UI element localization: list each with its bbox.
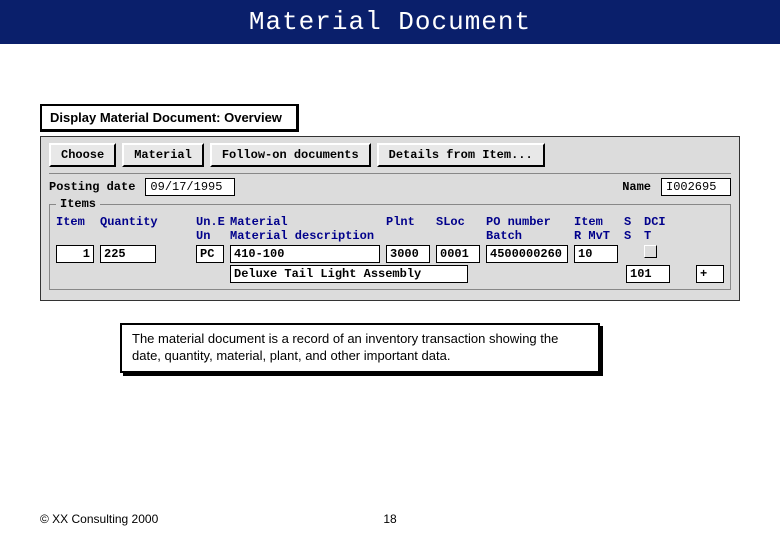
col-plnt: Plnt [386,215,430,229]
col-dci: DCI [644,215,672,229]
name-field[interactable]: I002695 [661,178,731,196]
slide-footer: © XX Consulting 2000 18 [40,512,740,526]
cell-dci-checkbox[interactable] [644,245,672,263]
cell-po[interactable]: 4500000260 [486,245,568,263]
choose-button[interactable]: Choose [49,143,116,167]
sap-window-title: Display Material Document: Overview [40,104,299,132]
col-item: Item [56,215,94,229]
col-mvt: MvT [588,229,610,243]
header-row: Posting date 09/17/1995 Name I002695 [49,173,731,196]
col-material: Material [230,215,380,229]
cell-mvt[interactable]: 101 [626,265,670,283]
copyright-text: © XX Consulting 2000 [40,512,158,526]
cell-item2[interactable]: 10 [574,245,618,263]
cell-plnt[interactable]: 3000 [386,245,430,263]
column-header-row-1: Item Quantity Un.E Material Plnt SLoc PO… [56,215,724,229]
callout-text: The material document is a record of an … [132,331,558,363]
col-matdesc: Material description [230,229,380,243]
cell-material-desc[interactable]: Deluxe Tail Light Assembly [230,265,468,283]
cell-qty[interactable]: 225 [100,245,156,263]
content-panel: Display Material Document: Overview Choo… [40,104,740,373]
col-s: S [624,215,638,229]
column-header-row-2: Un Material description Batch R MvT S T [56,229,724,243]
col-item2: Item [574,215,618,229]
cell-item[interactable]: 1 [56,245,94,263]
cell-dci-val[interactable]: + [696,265,724,283]
toolbar: Choose Material Follow-on documents Deta… [49,143,731,167]
posting-date-field[interactable]: 09/17/1995 [145,178,235,196]
cell-material[interactable]: 410-100 [230,245,380,263]
col-r: R [574,229,581,243]
posting-date-label: Posting date [49,180,135,194]
name-label: Name [622,180,651,194]
cell-sloc[interactable]: 0001 [436,245,480,263]
items-group: Items Item Quantity Un.E Material Plnt S… [49,204,731,290]
col-une: Un.E [196,215,224,229]
col-t: T [644,229,672,243]
col-po: PO number [486,215,568,229]
item-desc-row: Deluxe Tail Light Assembly 101 + [56,265,724,283]
col-sloc: SLoc [436,215,480,229]
slide-title-bar: Material Document [0,0,780,44]
col-un: Un [196,229,224,243]
items-group-label: Items [56,197,100,211]
page-number: 18 [383,512,396,526]
col-s2: S [624,229,638,243]
material-button[interactable]: Material [122,143,204,167]
slide-title: Material Document [249,7,531,37]
details-from-item-button[interactable]: Details from Item... [377,143,545,167]
followon-documents-button[interactable]: Follow-on documents [210,143,371,167]
col-batch: Batch [486,229,568,243]
col-quantity: Quantity [100,215,156,229]
item-row: 1 225 PC 410-100 3000 0001 4500000260 10 [56,245,724,263]
sap-screen: Choose Material Follow-on documents Deta… [40,136,740,301]
cell-un[interactable]: PC [196,245,224,263]
explainer-callout: The material document is a record of an … [120,323,600,373]
